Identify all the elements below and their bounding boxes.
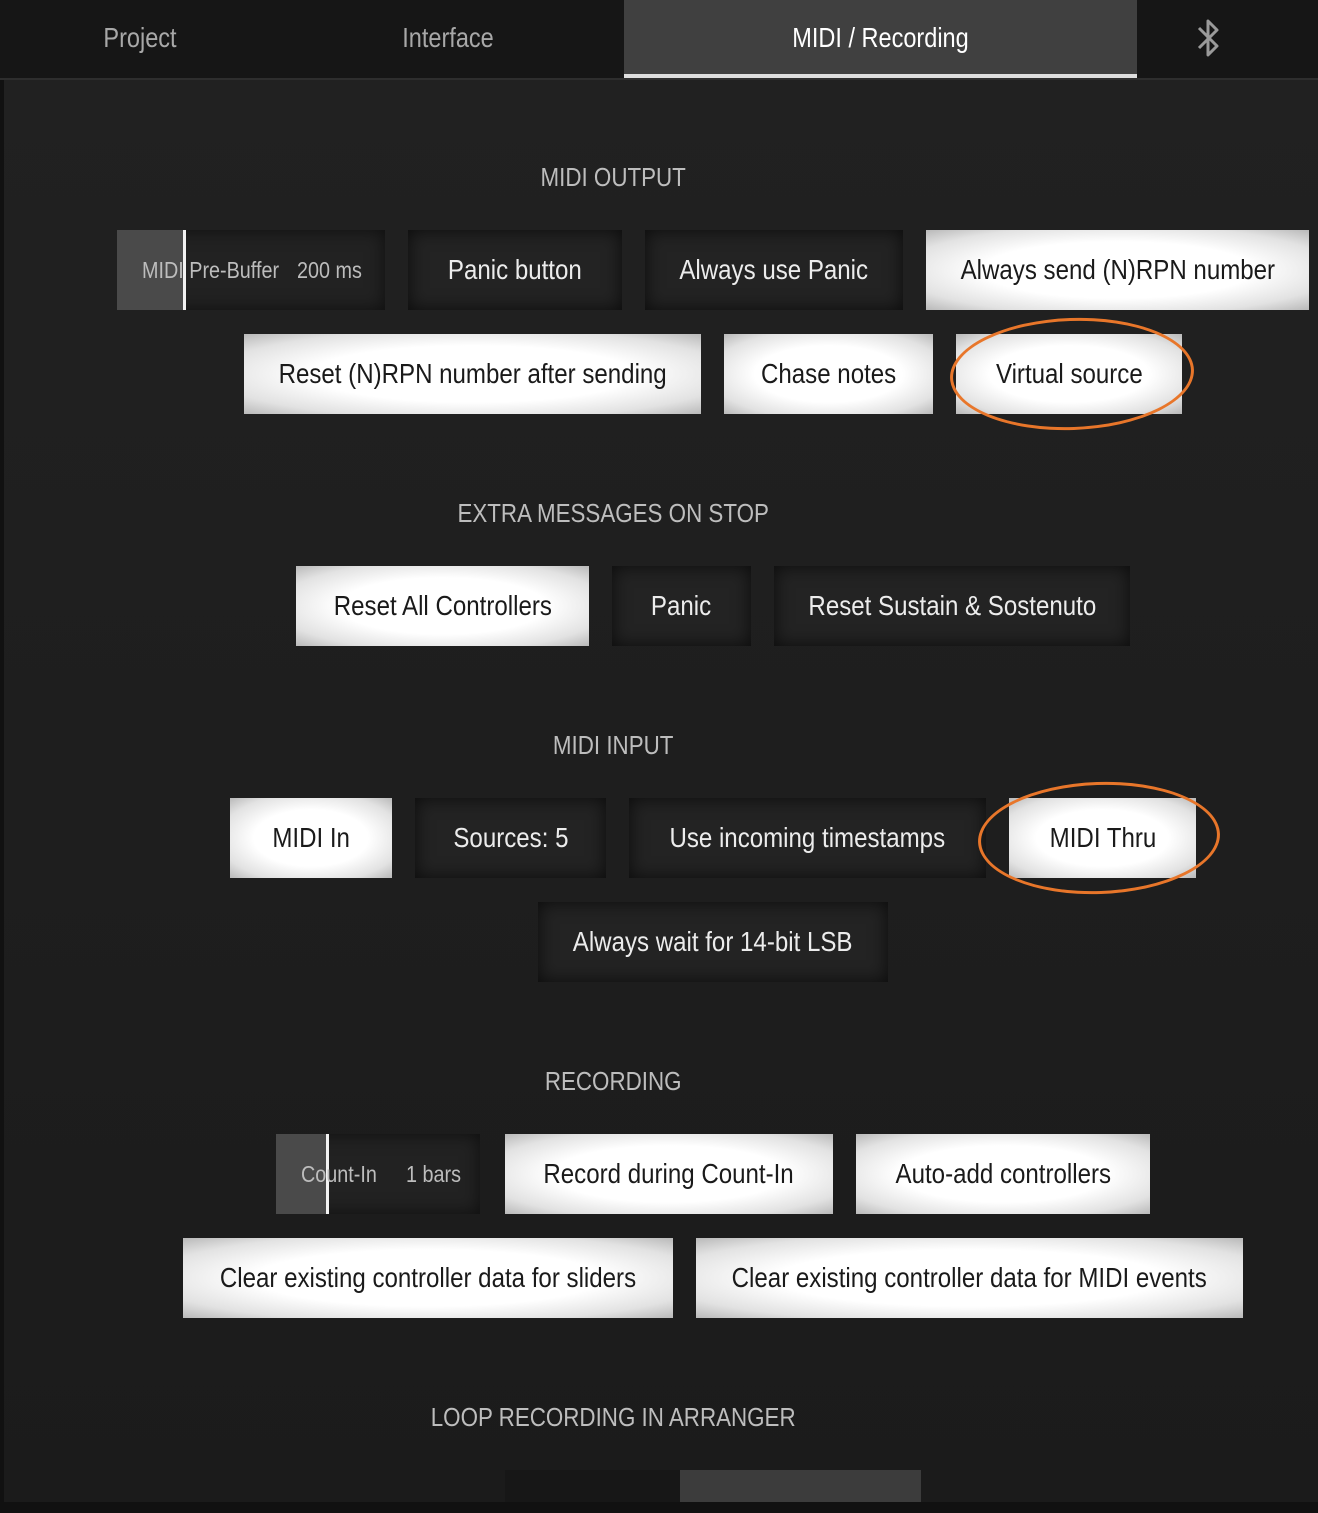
stepper-value: 200 ms [297,256,362,283]
bottom-edge [0,1502,1318,1513]
reset-all-controllers-label: Reset All Controllers [333,590,552,621]
section-title-loop-recording: LOOP RECORDING IN ARRANGER [430,1402,796,1432]
stepper-label: Count-In [301,1160,377,1187]
reset-all-controllers-toggle[interactable]: Reset All Controllers [296,566,589,646]
clear-midi-events-toggle[interactable]: Clear existing controller data for MIDI … [696,1238,1243,1318]
reset-nrpn-label: Reset (N)RPN number after sending [278,358,667,389]
panic-button-label: Panic button [448,254,582,285]
section-title-midi-output: MIDI OUTPUT [540,162,686,192]
tab-bar: Project Interface MIDI / Recording [0,0,1318,80]
use-incoming-timestamps-toggle[interactable]: Use incoming timestamps [629,798,986,878]
section-title-extra-messages: EXTRA MESSAGES ON STOP [457,498,769,528]
virtual-source-label: Virtual source [995,358,1143,389]
midi-prebuffer-stepper[interactable]: MIDI Pre-Buffer 200 ms [117,230,385,310]
clear-sliders-label: Clear existing controller data for slide… [219,1262,637,1293]
always-send-nrpn-toggle[interactable]: Always send (N)RPN number [926,230,1309,310]
midi-in-label: MIDI In [272,822,350,853]
stepper-label: MIDI Pre-Buffer [142,256,280,283]
chase-notes-toggle[interactable]: Chase notes [724,334,933,414]
midi-in-toggle[interactable]: MIDI In [230,798,392,878]
virtual-source-toggle[interactable]: Virtual source [956,334,1182,414]
wait-14bit-lsb-label: Always wait for 14-bit LSB [573,926,853,957]
chase-notes-label: Chase notes [760,358,897,389]
always-use-panic-toggle[interactable]: Always use Panic [645,230,903,310]
sources-label: Sources: 5 [452,822,569,853]
count-in-stepper[interactable]: Count-In 1 bars [276,1134,480,1214]
record-during-countin-toggle[interactable]: Record during Count-In [505,1134,833,1214]
panic-on-stop-label: Panic [651,590,712,621]
tab-interface[interactable]: Interface [374,0,522,76]
stepper-value: 1 bars [406,1160,461,1187]
tab-project[interactable]: Project [73,0,207,76]
clear-midi-events-label: Clear existing controller data for MIDI … [731,1262,1208,1293]
always-send-nrpn-label: Always send (N)RPN number [960,254,1275,285]
auto-add-controllers-toggle[interactable]: Auto-add controllers [856,1134,1150,1214]
clear-sliders-toggle[interactable]: Clear existing controller data for slide… [183,1238,673,1318]
reset-nrpn-toggle[interactable]: Reset (N)RPN number after sending [244,334,701,414]
use-incoming-timestamps-label: Use incoming timestamps [669,822,946,853]
always-use-panic-label: Always use Panic [679,254,869,285]
record-during-countin-label: Record during Count-In [543,1158,795,1189]
section-title-recording: RECORDING [544,1066,682,1096]
sources-button[interactable]: Sources: 5 [415,798,606,878]
panic-button-toggle[interactable]: Panic button [408,230,622,310]
bluetooth-icon[interactable] [1187,16,1229,60]
reset-sustain-label: Reset Sustain & Sostenuto [808,590,1096,621]
tab-midi-recording[interactable]: MIDI / Recording [665,0,1096,76]
section-title-midi-input: MIDI INPUT [552,730,674,760]
auto-add-controllers-label: Auto-add controllers [895,1158,1111,1189]
panic-on-stop-toggle[interactable]: Panic [612,566,751,646]
midi-thru-toggle[interactable]: MIDI Thru [1009,798,1196,878]
wait-14bit-lsb-toggle[interactable]: Always wait for 14-bit LSB [538,902,888,982]
reset-sustain-toggle[interactable]: Reset Sustain & Sostenuto [774,566,1130,646]
midi-thru-label: MIDI Thru [1049,822,1156,853]
